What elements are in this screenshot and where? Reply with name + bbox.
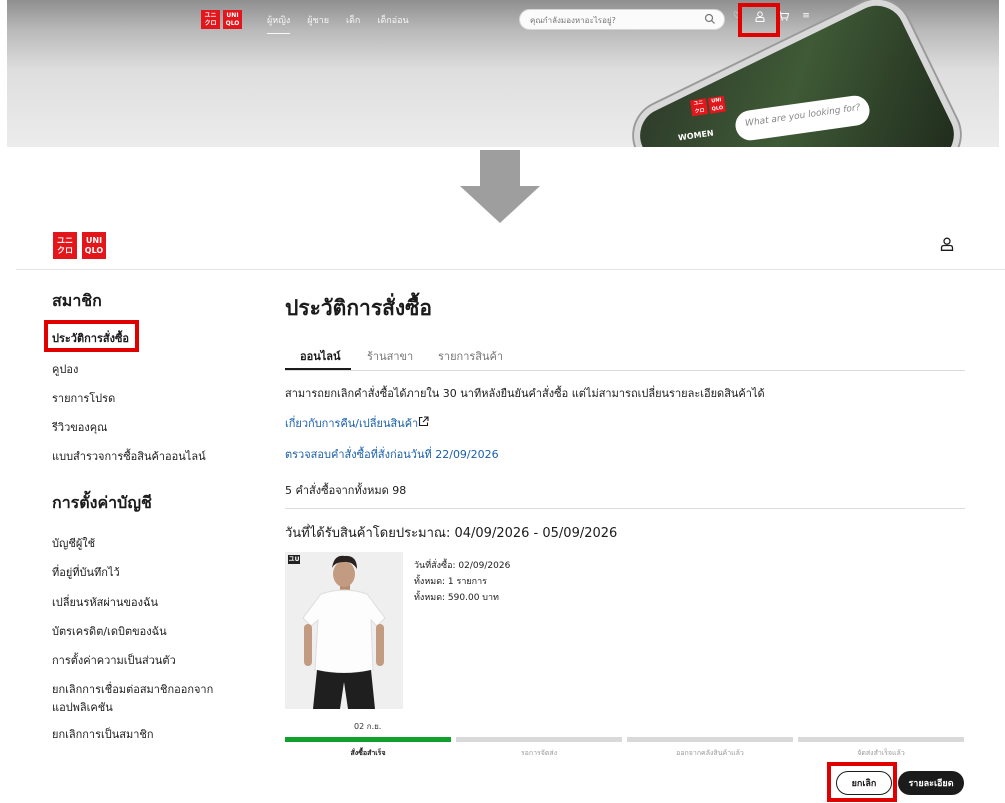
uniqlo-logo[interactable]: ユニ クロ UNI QLO [201, 10, 242, 29]
product-brand-tag: ユU [288, 555, 300, 564]
search-icon[interactable] [704, 13, 716, 25]
logo-katakana: ユニ クロ [201, 10, 220, 29]
phone-logo-latin: UNI QLO [707, 95, 726, 114]
nav-baby[interactable]: เด็กอ่อน [377, 13, 408, 34]
logo-latin: UNI QLO [223, 10, 242, 29]
nav-kids[interactable]: เด็ก [346, 13, 360, 34]
step-label-delivered: จัดส่งสำเร็จแล้ว [857, 749, 905, 757]
progress-step-3 [627, 737, 793, 742]
sidebar-item-survey[interactable]: แบบสำรวจการซื้อสินค้าออนไลน์ [52, 447, 206, 465]
step-label-left-warehouse: ออกจากคลังสินค้าแล้ว [676, 749, 744, 757]
progress-step-1 [285, 737, 451, 742]
progress-step-2 [456, 737, 622, 742]
order-count: 5 คำสั่งซื้อจากทั้งหมด 98 [285, 484, 407, 497]
tab-online[interactable]: ออนไลน์ [300, 347, 341, 365]
sidebar-item-cancel-membership[interactable]: ยกเลิกการเป็นสมาชิก [52, 725, 154, 743]
sidebar-item-addresses[interactable]: ที่อยู่ที่บันทึกไว้ [52, 563, 120, 581]
nav-men[interactable]: ผู้ชาย [307, 13, 329, 34]
order-history-highlight [44, 320, 139, 352]
content-divider [285, 508, 965, 509]
step-label-awaiting-shipment: รอการจัดส่ง [520, 749, 558, 757]
header-divider [16, 269, 1005, 270]
account-icon-highlight [738, 3, 780, 37]
tab-items[interactable]: รายการสินค้า [438, 347, 503, 365]
delivery-estimate: วันที่ได้รับสินค้าโดยประมาณ: 04/09/2026 … [285, 526, 618, 541]
account-icon-main[interactable] [940, 237, 954, 251]
page-title: ประวัติการสั่งซื้อ [285, 296, 433, 320]
step-label-ordered: สั่งซื้อสำเร็จ [350, 749, 386, 757]
main-logo-latin: UNI QLO [82, 232, 106, 259]
tab-store[interactable]: ร้านสาขา [367, 347, 413, 365]
header-preview-banner: ユニ クロ UNI QLO ผู้หญิง ผู้ชาย เด็ก เด็กอ่อน… [7, 0, 999, 147]
product-image[interactable]: ユU [285, 552, 403, 709]
main-logo-katakana: ユニ クロ [53, 232, 77, 259]
down-arrow-icon [460, 150, 540, 223]
product-photo [285, 552, 403, 709]
nav-women[interactable]: ผู้หญิง [267, 13, 291, 34]
sidebar-item-privacy[interactable]: การตั้งค่าความเป็นส่วนตัว [52, 651, 176, 669]
cancel-button-highlight [827, 762, 897, 802]
sidebar-item-account[interactable]: บัญชีผู้ใช้ [52, 534, 95, 552]
gender-nav: ผู้หญิง ผู้ชาย เด็ก เด็กอ่อน [267, 13, 409, 34]
sidebar-item-change-password[interactable]: เปลี่ยนรหัสผ่านของฉัน [52, 593, 158, 611]
active-tab-indicator [285, 368, 351, 370]
sidebar-heading-settings: การตั้งค่าบัญชี [52, 493, 152, 512]
order-details-button[interactable]: รายละเอียด [898, 771, 964, 795]
older-orders-link[interactable]: ตรวจสอบคำสั่งซื้อที่สั่งก่อนวันที่ 22/09… [285, 445, 499, 463]
return-exchange-link[interactable]: เกี่ยวกับการคืน/เปลี่ยนสินค้า [285, 414, 418, 432]
status-date: 02 ก.ย. [354, 722, 382, 731]
sidebar-item-coupons[interactable]: คูปอง [52, 360, 78, 378]
external-link-icon[interactable] [418, 416, 429, 427]
search-input[interactable]: คุณกำลังมองหาอะไรอยู่? [519, 9, 725, 30]
sidebar-item-favorites[interactable]: รายการโปรด [52, 389, 115, 407]
uniqlo-logo-main[interactable]: ユニ クロ UNI QLO [53, 232, 106, 259]
disconnect-line-1: ยกเลิกการเชื่อมต่อสมาชิกออกจาก [52, 683, 214, 696]
sidebar-heading-member: สมาชิก [52, 291, 102, 310]
menu-icon[interactable]: ≡ [800, 11, 812, 25]
disconnect-line-2: แอปพลิเคชัน [52, 701, 113, 714]
progress-step-4 [798, 737, 964, 742]
order-total: ทั้งหมด: 590.00 บาท [414, 593, 499, 603]
sidebar-item-cards[interactable]: บัตรเครดิต/เดบิตของฉัน [52, 622, 167, 640]
sidebar-item-reviews[interactable]: รีวิวของคุณ [52, 418, 107, 436]
sidebar-item-disconnect-app[interactable]: ยกเลิกการเชื่อมต่อสมาชิกออกจาก แอปพลิเคช… [52, 680, 213, 716]
item-count: ทั้งหมด: 1 รายการ [414, 577, 488, 587]
order-date: วันที่สั่งซื้อ: 02/09/2026 [414, 561, 511, 571]
cancellation-notice: สามารถยกเลิกคำสั่งซื้อได้ภายใน 30 นาทีหล… [285, 387, 765, 400]
phone-logo-katakana: ユニ クロ [690, 98, 709, 117]
search-placeholder: คุณกำลังมองหาอะไรอยู่? [530, 16, 616, 25]
order-tabs: ออนไลน์ ร้านสาขา รายการสินค้า [285, 343, 965, 371]
